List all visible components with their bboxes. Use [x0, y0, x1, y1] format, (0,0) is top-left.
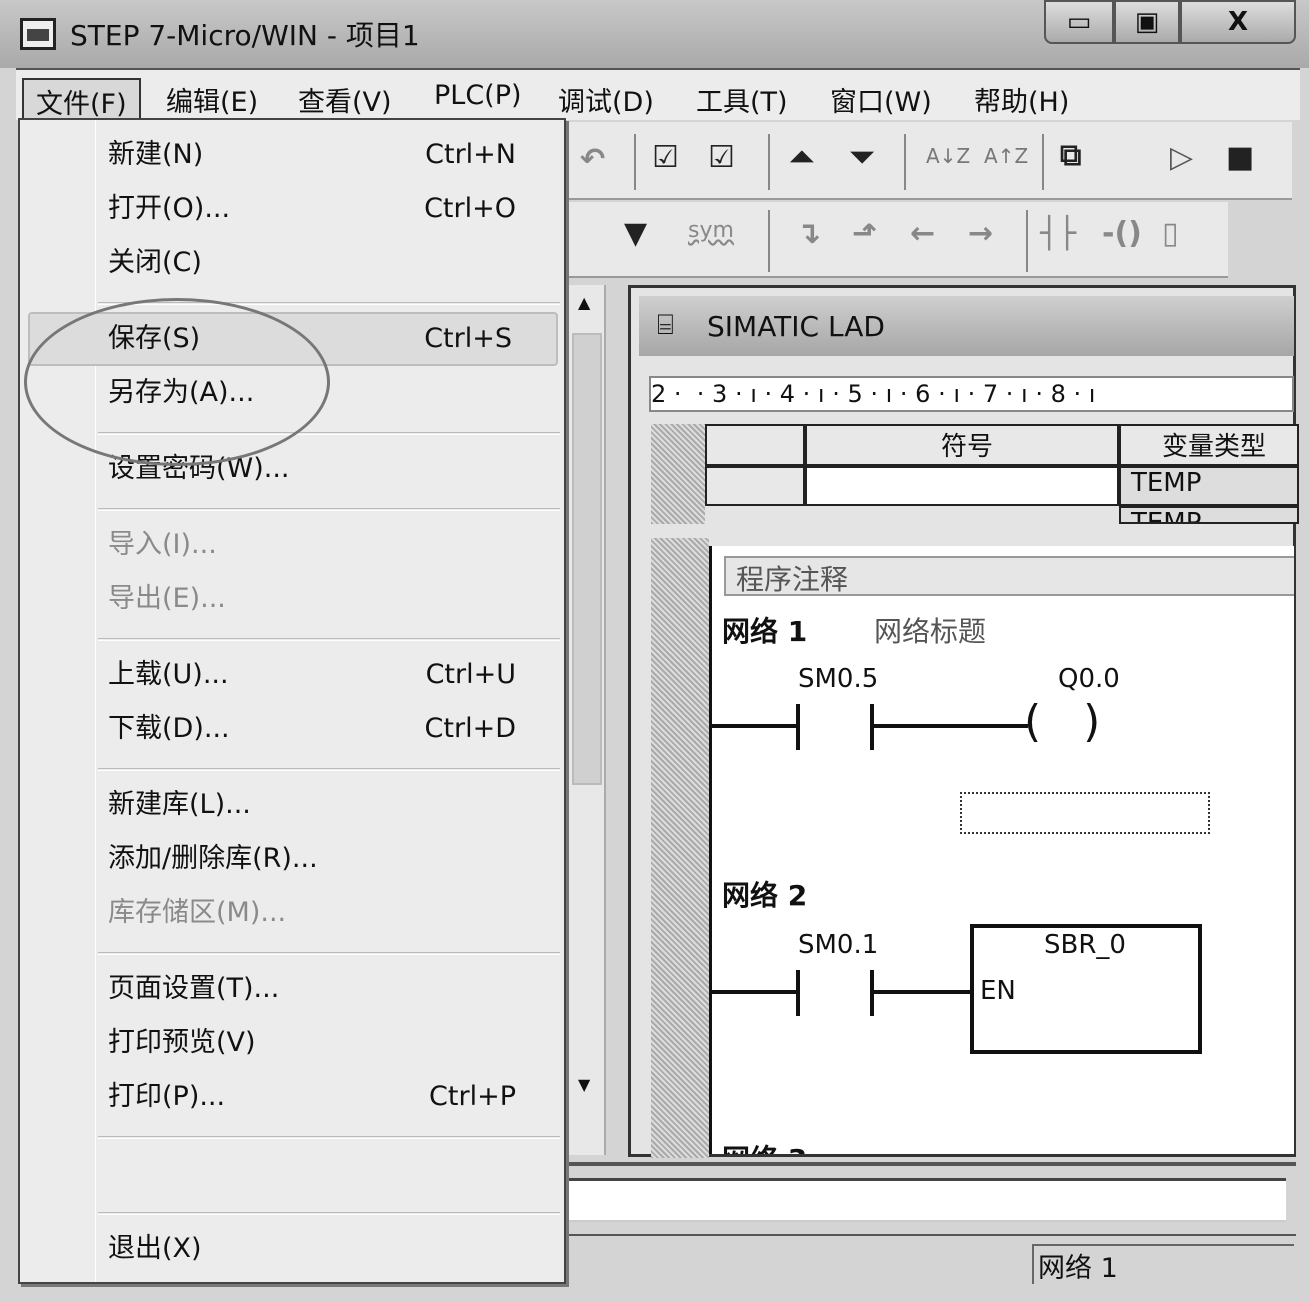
contact-address: SM0.5	[798, 664, 879, 694]
box-icon[interactable]: ▯	[1162, 216, 1179, 251]
contact-sm0-1[interactable]	[796, 970, 800, 1016]
lad-editor-window: ⌸ SIMATIC LAD 2 · · 3 · ı · 4 · ı · 5 · …	[628, 285, 1299, 1158]
stop-icon[interactable]: ■	[1226, 140, 1254, 175]
scroll-thumb[interactable]	[572, 333, 602, 785]
scroll-down-icon[interactable]: ▼	[578, 1075, 590, 1094]
symbol-cell[interactable]	[805, 466, 1119, 506]
box-name: SBR_0	[1044, 930, 1126, 960]
network-2-label: 网络 2	[722, 879, 808, 912]
network-3-label: 网络 3	[722, 1138, 807, 1154]
menu-item-exit[interactable]: 退出(X)	[104, 1224, 560, 1274]
menu-help[interactable]: 帮助(H)	[962, 78, 1081, 121]
menu-item-new[interactable]: 新建(N) Ctrl+N	[104, 130, 560, 180]
ladder-code-area[interactable]: 程序注释 网络 1 网络标题 SM0.5 Q0.0 ( ) 网络 2 SM0.1…	[709, 546, 1294, 1154]
menu-tools[interactable]: 工具(T)	[684, 78, 800, 121]
contact-address: SM0.1	[798, 930, 879, 960]
menu-debug[interactable]: 调试(D)	[546, 78, 666, 121]
menu-item-open[interactable]: 打开(O)... Ctrl+O	[104, 184, 560, 234]
run-icon[interactable]: ▷	[1170, 140, 1193, 175]
menu-item-print[interactable]: 打印(P)... Ctrl+P	[104, 1072, 560, 1122]
coil-icon[interactable]: -()	[1102, 216, 1142, 251]
toolbar-instructions: ▼ sym ↴ ⬏ ← → ┤├ -() ▯	[560, 202, 1228, 278]
menu-item-download[interactable]: 下载(D)... Ctrl+D	[104, 704, 560, 754]
sbr-0-box[interactable]: SBR_0 EN	[970, 924, 1202, 1054]
menu-item-library-memory[interactable]: 库存储区(M)...	[104, 888, 560, 938]
sort-ascending-icon[interactable]: A↓Z	[926, 144, 970, 168]
minimize-button[interactable]: ▭	[1044, 0, 1114, 44]
contact-icon[interactable]: ┤├	[1040, 216, 1076, 251]
lad-icon: ⌸	[657, 308, 674, 341]
insert-network-icon[interactable]: ▼	[624, 216, 647, 251]
ruler: 2 · · 3 · ı · 4 · ı · 5 · ı · 6 · ı · 7 …	[649, 376, 1294, 412]
window-title: STEP 7-Micro/WIN - 项目1	[70, 19, 420, 52]
scroll-up-icon[interactable]: ▲	[578, 293, 590, 312]
network-1-title[interactable]: 网络标题	[874, 610, 986, 650]
column-header-symbol: 符号	[805, 424, 1119, 466]
scrollbar[interactable]: ▲ ▼	[566, 285, 606, 1155]
menu-item-page-setup[interactable]: 页面设置(T)...	[104, 964, 560, 1014]
options-icon[interactable]: ⧉	[1060, 138, 1081, 173]
menu-bar: 文件(F) 编辑(E) 查看(V) PLC(P) 调试(D) 工具(T) 窗口(…	[16, 68, 1300, 125]
sort-descending-icon[interactable]: A↑Z	[984, 144, 1028, 168]
menu-item-upload[interactable]: 上载(U)... Ctrl+U	[104, 650, 560, 700]
lad-title-bar: ⌸ SIMATIC LAD	[639, 296, 1294, 356]
network-1-label: 网络 1	[722, 615, 808, 648]
coil-address: Q0.0	[1058, 664, 1120, 694]
compile-all-icon[interactable]: ☑	[708, 140, 735, 175]
line-down-icon[interactable]: ↴	[796, 216, 821, 251]
menu-item-create-library[interactable]: 新建库(L)...	[104, 780, 560, 830]
upload-icon[interactable]: ⏶	[790, 140, 814, 175]
menu-edit[interactable]: 编辑(E)	[154, 78, 270, 121]
compile-icon[interactable]: ☑	[652, 140, 679, 175]
highlight-annotation-ellipse	[24, 298, 330, 466]
app-icon	[20, 18, 56, 50]
menu-window[interactable]: 窗口(W)	[818, 78, 944, 121]
var-type-cell[interactable]: TEMP	[1119, 506, 1299, 524]
var-type-cell[interactable]: TEMP	[1119, 466, 1299, 506]
menu-plc[interactable]: PLC(P)	[422, 78, 534, 113]
menu-item-export[interactable]: 导出(E)...	[104, 574, 560, 624]
symbol-toggle-icon[interactable]: sym	[688, 218, 734, 243]
coil-q0-0[interactable]: ( )	[1024, 696, 1100, 747]
output-panel[interactable]	[566, 1178, 1286, 1222]
menu-item-add-remove-library[interactable]: 添加/删除库(R)...	[104, 834, 560, 884]
toolbar-standard: ↶ ☑ ☑ ⏶ ⏷ A↓Z A↑Z ⧉ ▷ ■	[560, 122, 1292, 200]
undo-icon[interactable]: ↶	[580, 142, 605, 177]
file-menu-dropdown: 新建(N) Ctrl+N 打开(O)... Ctrl+O 关闭(C) 保存(S) Ct…	[18, 118, 566, 1284]
menu-view[interactable]: 查看(V)	[286, 78, 404, 121]
contact-sm0-5[interactable]	[796, 704, 800, 750]
network-comment-box[interactable]	[960, 792, 1210, 834]
menu-item-close[interactable]: 关闭(C)	[104, 238, 560, 288]
status-network: 网络 1	[1032, 1244, 1294, 1284]
line-right-icon[interactable]: →	[968, 216, 993, 251]
menu-item-print-preview[interactable]: 打印预览(V)	[104, 1018, 560, 1068]
title-bar: STEP 7-Micro/WIN - 项目1 ▭ ▣ X	[0, 0, 1309, 68]
column-header-var-type: 变量类型	[1119, 424, 1299, 466]
line-up-icon[interactable]: ⬏	[852, 216, 877, 251]
program-comment[interactable]: 程序注释	[724, 556, 1294, 596]
lad-title: SIMATIC LAD	[707, 310, 885, 343]
maximize-button[interactable]: ▣	[1114, 0, 1180, 44]
download-icon[interactable]: ⏷	[850, 140, 874, 175]
menu-item-import[interactable]: 导入(I)...	[104, 520, 560, 570]
close-button[interactable]: X	[1180, 0, 1296, 44]
en-pin: EN	[980, 976, 1016, 1006]
line-left-icon[interactable]: ←	[910, 216, 935, 251]
